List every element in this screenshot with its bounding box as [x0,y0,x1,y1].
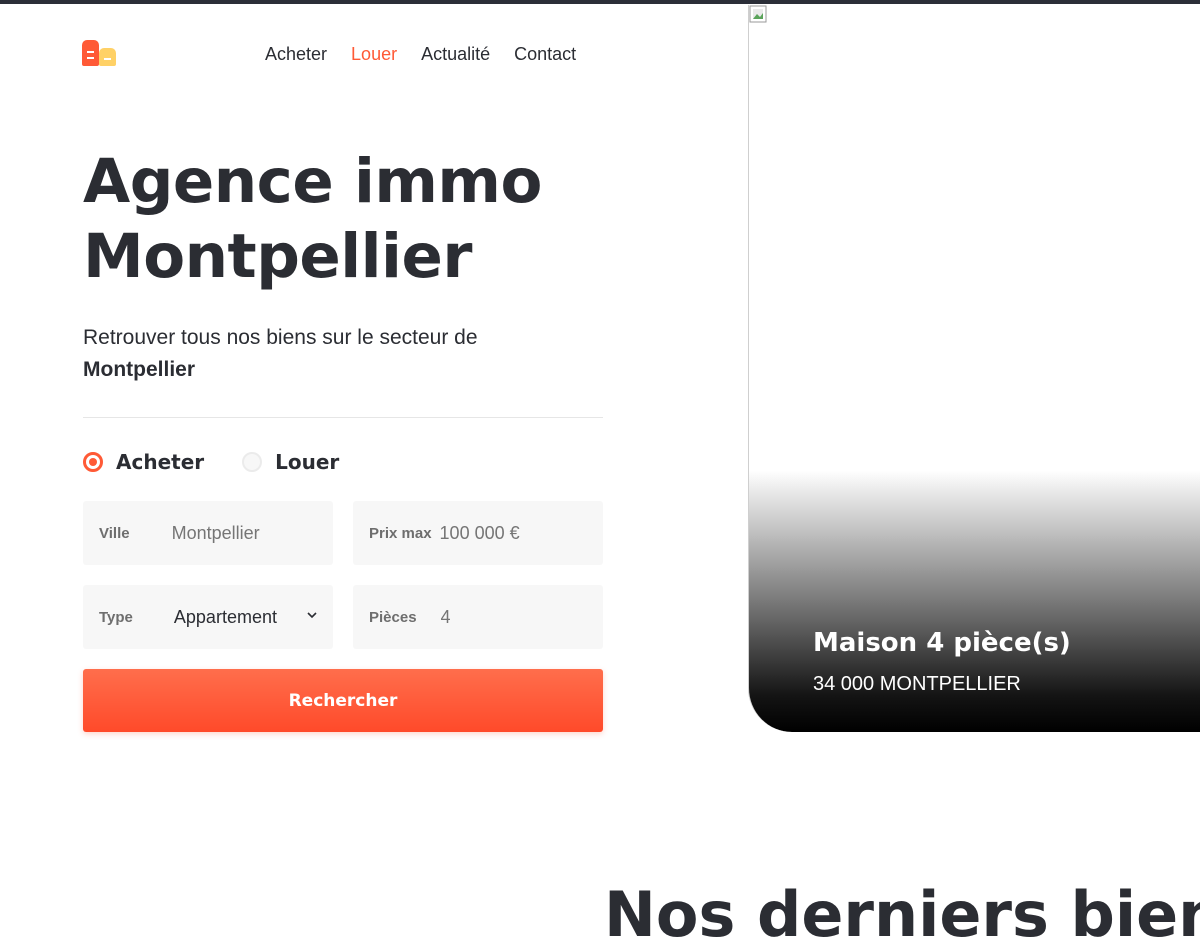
broken-image-icon [749,5,767,23]
mode-radio-group: Acheter Louer [83,450,339,474]
radio-acheter[interactable]: Acheter [83,450,204,474]
type-label: Type [99,608,133,626]
radio-checked-icon[interactable] [83,452,103,472]
radio-louer[interactable]: Louer [242,450,339,474]
nav-contact[interactable]: Contact [514,44,576,65]
prix-field[interactable]: Prix max [353,501,603,565]
ville-label: Ville [99,524,130,542]
main-nav: Acheter Louer Actualité Contact [265,44,576,65]
featured-title: Maison 4 pièce(s) [813,628,1071,658]
type-select[interactable]: Type Appartement [83,585,333,649]
divider [83,417,603,418]
radio-unchecked-icon[interactable] [242,452,263,472]
nav-actualite[interactable]: Actualité [421,44,490,65]
ville-input[interactable] [171,522,312,544]
logo-icon[interactable] [82,40,116,66]
type-selected-value[interactable]: Appartement [174,607,277,628]
featured-property-card[interactable]: Maison 4 pièce(s) 34 000 MONTPELLIER [748,5,1200,732]
title-line-2: Montpellier [83,221,472,292]
radio-louer-label: Louer [275,450,340,474]
top-border [0,0,1200,4]
featured-location: 34 000 MONTPELLIER [813,673,1021,695]
nav-louer[interactable]: Louer [351,44,397,65]
search-button[interactable]: Rechercher [83,669,603,732]
nav-acheter[interactable]: Acheter [265,44,327,65]
prix-input[interactable] [439,522,580,544]
ville-field[interactable]: Ville [83,501,333,565]
title-line-1: Agence immo [83,146,542,217]
hero-subtitle-text: Retrouver tous nos biens sur le secteur … [83,326,478,349]
radio-acheter-label: Acheter [116,450,205,474]
pieces-field[interactable]: Pièces [353,585,603,649]
section-heading: Nos derniers biens [604,878,1200,951]
chevron-down-icon[interactable] [307,610,317,620]
pieces-label: Pièces [369,608,417,626]
hero-subtitle: Retrouver tous nos biens sur le secteur … [83,322,553,386]
page-title: Agence immo Montpellier [83,144,643,294]
pieces-input[interactable] [440,606,541,628]
hero-subtitle-city: Montpellier [83,358,196,381]
prix-label: Prix max [369,524,432,542]
